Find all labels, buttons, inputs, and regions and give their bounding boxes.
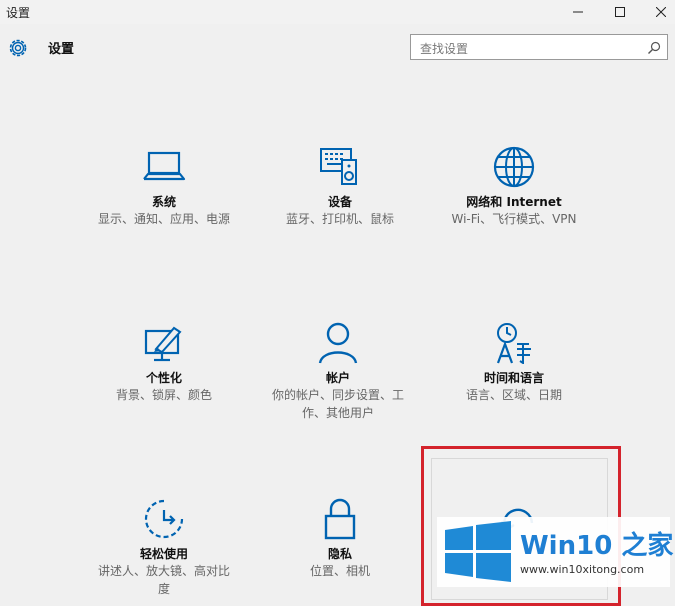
maximize-icon (615, 7, 625, 17)
title-bar: 设置 (0, 0, 675, 24)
tile-description: 背景、锁屏、颜色 (115, 388, 212, 402)
tile-devices[interactable]: 设备 蓝牙、打印机、鼠标 (260, 146, 420, 228)
search-icon (648, 41, 661, 54)
close-icon (656, 7, 666, 17)
tile-description: 讲述人、放大镜、高对比度 (97, 564, 230, 596)
settings-header: 设置 查找设置 (0, 24, 675, 72)
tile-description: 显示、通知、应用、电源 (97, 212, 230, 226)
window-title: 设置 (6, 6, 31, 20)
time-language-icon (496, 323, 531, 364)
tile-label: 时间和语言 (483, 371, 544, 385)
tile-label: 设备 (327, 195, 352, 209)
tile-description: 你的帐户、同步设置、工作、其他用户 (271, 388, 404, 420)
tile-system[interactable]: 系统 显示、通知、应用、电源 (84, 146, 244, 228)
tile-label: 轻松使用 (139, 547, 188, 561)
tile-label: 系统 (151, 195, 176, 209)
watermark-brand: Win10 之家 (520, 531, 674, 561)
tile-label: 隐私 (327, 547, 352, 561)
close-button[interactable] (641, 0, 675, 24)
windows-logo-icon (445, 521, 511, 582)
tile-description: Wi-Fi、飞行模式、VPN (451, 212, 577, 226)
ease-of-access-icon (144, 499, 184, 539)
tile-privacy[interactable]: 隐私 位置、相机 (260, 498, 420, 580)
tile-description: 位置、相机 (309, 564, 370, 578)
personalize-icon (144, 326, 182, 362)
person-icon (318, 322, 358, 364)
page-title: 设置 (48, 42, 75, 57)
tile-network[interactable]: 网络和 Internet Wi-Fi、飞行模式、VPN (434, 146, 594, 228)
watermark-url: www.win10xitong.com (520, 563, 645, 576)
minimize-icon (573, 11, 583, 13)
search-input[interactable]: 查找设置 (410, 34, 668, 60)
tile-ease-of-access[interactable]: 轻松使用 讲述人、放大镜、高对比度 (84, 498, 244, 598)
lock-icon (324, 498, 356, 540)
minimize-button[interactable] (558, 0, 598, 24)
tile-description: 语言、区域、日期 (465, 388, 562, 402)
search-placeholder: 查找设置 (420, 42, 469, 56)
tile-personalization[interactable]: 个性化 背景、锁屏、颜色 (84, 322, 244, 404)
tile-accounts[interactable]: 帐户 你的帐户、同步设置、工作、其他用户 (258, 322, 418, 422)
maximize-button[interactable] (600, 0, 640, 24)
globe-icon (493, 146, 535, 188)
devices-icon (320, 148, 357, 185)
gear-icon (9, 39, 27, 57)
watermark: Win10 之家 www.win10xitong.com (437, 517, 674, 587)
tile-time-language[interactable]: 时间和语言 语言、区域、日期 (434, 322, 594, 404)
tile-label: 帐户 (325, 371, 350, 385)
tile-label: 个性化 (145, 371, 182, 385)
tile-label: 网络和 Internet (466, 195, 562, 209)
tile-description: 蓝牙、打印机、鼠标 (285, 212, 394, 226)
laptop-icon (143, 151, 186, 181)
